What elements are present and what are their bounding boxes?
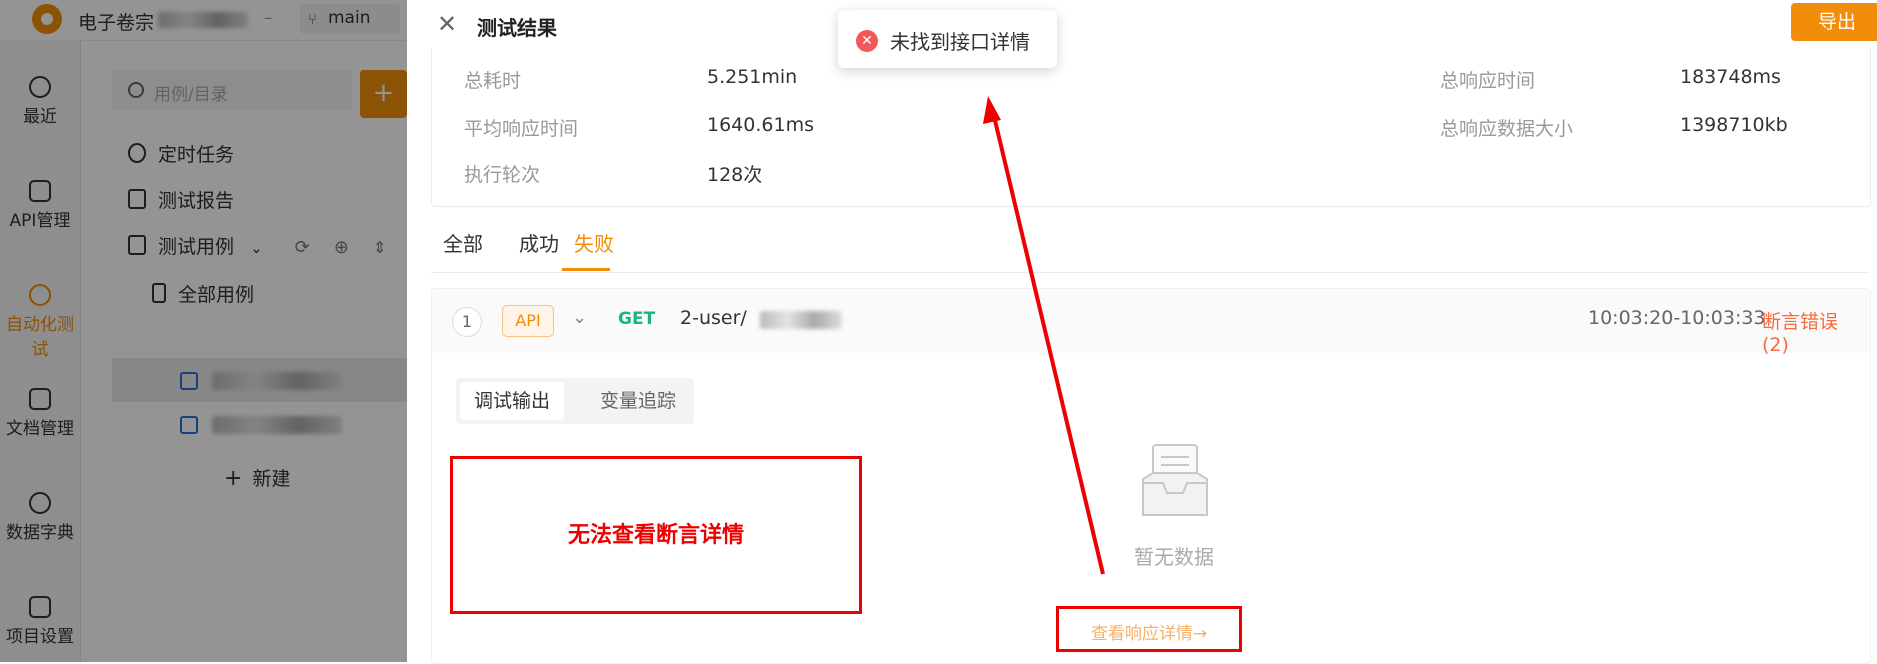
close-icon[interactable]: ✕ xyxy=(437,10,457,38)
total-response-size-value: 1398710kb xyxy=(1680,114,1788,136)
tab-all[interactable]: 全部 xyxy=(443,228,483,257)
rounds-value: 128次 xyxy=(707,164,763,186)
active-tab-indicator xyxy=(562,268,610,271)
empty-state-text: 暂无数据 xyxy=(1134,545,1214,569)
assertion-error-status[interactable]: 断言错误 (2) xyxy=(1762,307,1870,356)
tab-success[interactable]: 成功 xyxy=(519,228,559,257)
annotation-text: 无法查看断言详情 xyxy=(567,523,744,548)
export-button[interactable]: 导出 xyxy=(1791,3,1877,41)
case-index: 1 xyxy=(452,307,482,337)
drawer-title: 测试结果 xyxy=(477,16,557,40)
result-tabs: 全部 成功 失败 xyxy=(431,220,1869,273)
total-response-size-label: 总响应数据大小 xyxy=(1440,118,1574,140)
app-background: 电子卷宗 – ⑂ main 最近 API管理 自动化测试 文档管理 数据字典 项… xyxy=(0,0,407,662)
http-method: GET xyxy=(618,309,656,329)
rounds-label: 执行轮次 xyxy=(464,164,541,186)
subtab-debug-output[interactable]: 调试输出 xyxy=(460,382,565,420)
avg-response-time-value: 1640.61ms xyxy=(707,114,814,136)
stats-panel: 总耗时 5.251min 总响应时间 183748ms 平均响应时间 1640.… xyxy=(431,48,1871,207)
avg-response-time-label: 平均响应时间 xyxy=(464,118,579,140)
output-subtabs: 调试输出 变量追踪 xyxy=(456,378,694,424)
annotation-box: 无法查看断言详情 xyxy=(450,456,862,614)
drawer-header: ✕ 测试结果 导出 xyxy=(407,0,1877,48)
case-name: 2-user/ xyxy=(680,307,747,329)
toast-message: 未找到接口详情 xyxy=(890,30,1030,54)
empty-inbox-icon xyxy=(1142,444,1208,516)
total-time-value: 5.251min xyxy=(707,66,798,88)
subtab-variable-trace[interactable]: 变量追踪 xyxy=(586,382,690,420)
modal-overlay[interactable] xyxy=(0,0,407,662)
tab-failed[interactable]: 失败 xyxy=(574,228,614,257)
view-response-detail-box: 查看响应详情→ xyxy=(1056,606,1242,652)
test-result-drawer: ✕ 测试结果 导出 总耗时 5.251min 总响应时间 183748ms 平均… xyxy=(407,0,1877,664)
case-result-header[interactable]: 1 API ⌄ GET 2-user/ 10:03:20-10:03:33 断言… xyxy=(432,289,1870,356)
api-tag: API xyxy=(502,305,554,337)
error-icon: ✕ xyxy=(856,30,878,52)
time-range: 10:03:20-10:03:33 xyxy=(1588,307,1766,329)
error-toast: ✕ 未找到接口详情 xyxy=(838,10,1057,68)
view-response-detail-link[interactable]: 查看响应详情→ xyxy=(1059,619,1239,644)
total-time-label: 总耗时 xyxy=(464,70,522,92)
case-name-blurred xyxy=(760,311,842,329)
total-response-time-label: 总响应时间 xyxy=(1440,70,1536,92)
total-response-time-value: 183748ms xyxy=(1680,66,1781,88)
chevron-down-icon[interactable]: ⌄ xyxy=(572,307,587,328)
